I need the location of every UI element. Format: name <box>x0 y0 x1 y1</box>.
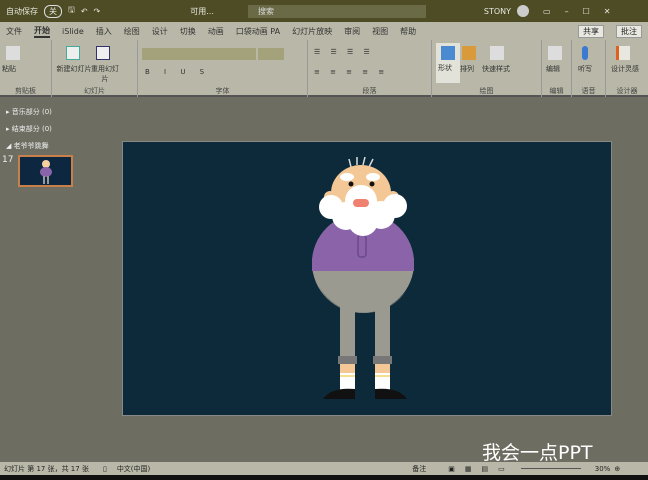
group-label: 绘图 <box>479 87 494 95</box>
list-buttons[interactable]: ☰ ☰ ☰ ☰ <box>314 48 374 56</box>
tab-design[interactable]: 设计 <box>152 26 168 37</box>
font-format-buttons[interactable]: B I U S <box>145 68 210 76</box>
arrange-icon <box>462 46 476 60</box>
group-paragraph: ☰ ☰ ☰ ☰ ≡ ≡ ≡ ≡ ≡ 段落 <box>308 40 432 97</box>
group-editing: 编辑 编辑 <box>542 40 572 97</box>
tab-slideshow[interactable]: 幻灯片放映 <box>292 26 332 37</box>
find-button[interactable]: 编辑 <box>546 64 560 74</box>
tab-draw[interactable]: 绘图 <box>124 26 140 37</box>
accessibility-icon[interactable]: ▯ <box>103 465 107 473</box>
microphone-icon <box>582 46 588 60</box>
zoom-level[interactable]: 30% <box>595 465 611 473</box>
group-voice: 听写 语音 <box>572 40 606 97</box>
font-size-select[interactable] <box>258 48 284 60</box>
shapes-label: 形状 <box>438 64 452 72</box>
tab-review[interactable]: 审阅 <box>344 26 360 37</box>
group-label: 段落 <box>362 87 377 95</box>
tab-transitions[interactable]: 切换 <box>180 26 196 37</box>
tab-home[interactable]: 开始 <box>34 25 50 38</box>
notes-button[interactable]: 备注 <box>412 464 426 474</box>
new-slide-icon <box>66 46 80 60</box>
tab-view[interactable]: 视图 <box>372 26 388 37</box>
search-input[interactable]: 搜索 <box>248 5 426 18</box>
shapes-icon <box>441 46 455 60</box>
group-label: 字体 <box>215 87 230 95</box>
slide-number: 17 <box>2 155 14 165</box>
arrange-button[interactable]: 排列 <box>460 64 474 74</box>
find-icon <box>548 46 562 60</box>
autosave-label: 自动保存 <box>6 6 38 16</box>
slide-canvas[interactable] <box>122 141 612 416</box>
user-name[interactable]: STONY <box>484 7 511 16</box>
save-icon[interactable]: 🖫 <box>68 4 75 18</box>
language-status[interactable]: 中文(中国) <box>117 464 150 474</box>
comment-button[interactable]: 批注 <box>616 25 642 38</box>
doc-title: 可用... <box>190 6 214 16</box>
tab-pocket-animation[interactable]: 口袋动画 PA <box>236 26 280 37</box>
ribbon-tabs: 文件 开始 iSlide 插入 绘图 设计 切换 动画 口袋动画 PA 幻灯片放… <box>0 22 648 40</box>
view-buttons[interactable]: ▣▦▤▭ <box>448 465 514 473</box>
group-label: 设计器 <box>616 87 638 95</box>
dictate-button[interactable]: 听写 <box>578 64 592 74</box>
close-icon[interactable]: ✕ <box>604 7 611 16</box>
section-end[interactable]: ▸ 结束部分 (0) <box>6 124 52 134</box>
ribbon-display-icon[interactable]: ▭ <box>543 7 551 16</box>
old-man-illustration <box>312 156 414 399</box>
font-name-select[interactable] <box>142 48 256 60</box>
paste-button[interactable]: 粘贴 <box>2 64 16 74</box>
shapes-button[interactable]: 形状 <box>436 43 460 83</box>
group-designer: 设计灵感 设计器 <box>606 40 648 97</box>
slide-info: 幻灯片 第 17 张，共 17 张 <box>4 464 89 473</box>
fit-slide-icon[interactable]: ⊕ <box>614 465 620 473</box>
group-slides: 新建幻灯片 重用幻灯片 幻灯片 <box>52 40 138 97</box>
group-label: 编辑 <box>549 87 564 95</box>
quick-styles-icon <box>490 46 504 60</box>
undo-icon[interactable]: ↶ <box>81 7 88 16</box>
section-label: 结束部分 (0) <box>11 125 52 133</box>
redo-icon[interactable]: ↷ <box>94 7 101 16</box>
tab-islide[interactable]: iSlide <box>62 27 84 36</box>
quick-styles-button[interactable]: 快速样式 <box>482 64 510 74</box>
section-dance[interactable]: ◢ 老爷爷跳舞 <box>6 141 49 151</box>
status-bar: 幻灯片 第 17 张，共 17 张 ▯ 中文(中国) 备注 ▣▦▤▭ 30% ⊕ <box>0 462 648 475</box>
avatar[interactable] <box>517 5 530 17</box>
paste-icon <box>6 46 20 60</box>
zoom-slider[interactable] <box>520 468 581 469</box>
share-button[interactable]: 共享 <box>578 25 604 38</box>
maximize-icon[interactable]: ☐ <box>583 7 590 16</box>
group-clipboard: 粘贴 剪贴板 <box>0 40 52 97</box>
group-label: 幻灯片 <box>84 87 105 95</box>
designer-button[interactable]: 设计灵感 <box>610 64 640 74</box>
taskbar-edge <box>0 475 648 480</box>
tab-animations[interactable]: 动画 <box>208 26 224 37</box>
ribbon: 粘贴 剪贴板 新建幻灯片 重用幻灯片 幻灯片 字体 B I U S ☰ ☰ ☰ … <box>0 40 648 97</box>
slide-thumbnail[interactable] <box>18 155 73 187</box>
group-label: 语音 <box>581 87 596 95</box>
tab-file[interactable]: 文件 <box>6 26 22 37</box>
designer-icon <box>616 46 630 60</box>
tab-insert[interactable]: 插入 <box>96 26 112 37</box>
reuse-slide-icon <box>96 46 110 60</box>
watermark: 我会一点PPT <box>482 442 593 464</box>
reuse-slides-button[interactable]: 重用幻灯片 <box>90 64 120 84</box>
align-buttons[interactable]: ≡ ≡ ≡ ≡ ≡ <box>314 68 388 76</box>
minimize-icon[interactable]: – <box>565 7 569 16</box>
section-music[interactable]: ▸ 音乐部分 (0) <box>6 107 52 117</box>
section-label: 音乐部分 (0) <box>11 108 52 116</box>
group-label: 剪贴板 <box>15 87 36 95</box>
new-slide-button[interactable]: 新建幻灯片 <box>56 64 92 74</box>
section-label: 老爷爷跳舞 <box>13 142 49 150</box>
group-drawing: 形状 排列 快速样式 绘图 <box>432 40 542 97</box>
autosave-toggle[interactable]: 关 <box>44 4 62 18</box>
tab-help[interactable]: 帮助 <box>400 26 416 37</box>
